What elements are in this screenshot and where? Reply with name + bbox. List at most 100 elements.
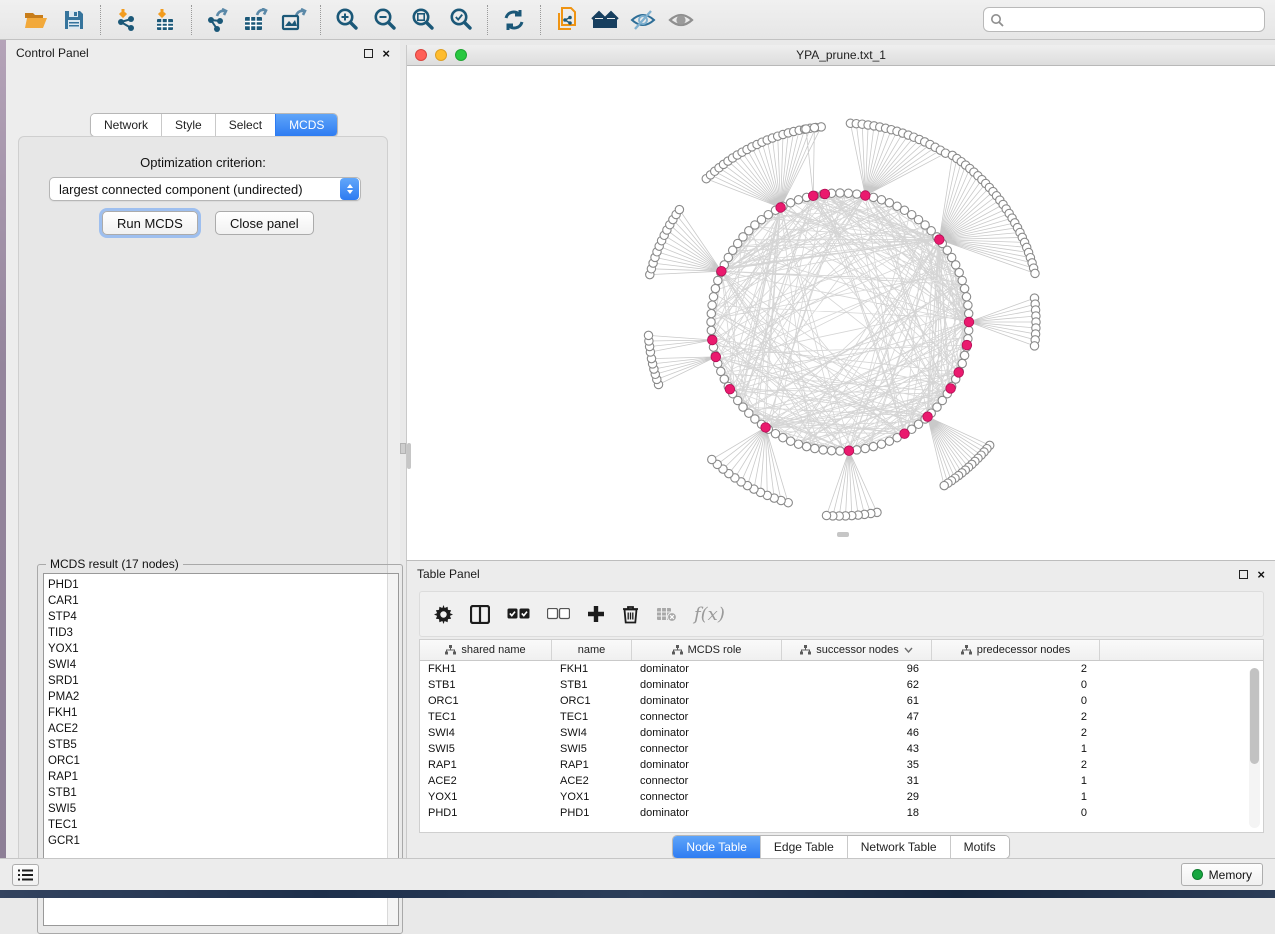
table-cell[interactable]: 1	[932, 775, 1100, 787]
table-cell[interactable]: dominator	[632, 663, 782, 675]
export-table-icon[interactable]	[240, 5, 272, 35]
table-cell[interactable]: 47	[782, 711, 932, 723]
show-columns-icon[interactable]	[470, 605, 490, 624]
zoom-out-icon[interactable]	[369, 5, 401, 35]
mcds-result-item[interactable]: STB1	[48, 785, 387, 801]
zoom-in-icon[interactable]	[331, 5, 363, 35]
save-session-icon[interactable]	[58, 5, 90, 35]
mcds-result-item[interactable]: STP4	[48, 609, 387, 625]
table-cell[interactable]: connector	[632, 775, 782, 787]
table-cell[interactable]: ACE2	[552, 775, 632, 787]
mcds-result-item[interactable]: SWI5	[48, 801, 387, 817]
table-cell[interactable]: YOX1	[552, 791, 632, 803]
table-row[interactable]: PHD1PHD1dominator180	[420, 805, 1263, 821]
table-cell[interactable]: ACE2	[420, 775, 552, 787]
table-cell[interactable]: connector	[632, 791, 782, 803]
table-cell[interactable]: dominator	[632, 727, 782, 739]
table-cell[interactable]: 43	[782, 743, 932, 755]
tab-mcds[interactable]: MCDS	[275, 114, 337, 136]
table-row[interactable]: YOX1YOX1connector291	[420, 789, 1263, 805]
table-cell[interactable]: 2	[932, 711, 1100, 723]
table-cell[interactable]: 1	[932, 743, 1100, 755]
mcds-result-item[interactable]: GCR1	[48, 833, 387, 849]
table-cell[interactable]: 0	[932, 679, 1100, 691]
table-cell[interactable]: FKH1	[552, 663, 632, 675]
network-canvas[interactable]	[407, 66, 1275, 560]
table-cell[interactable]: 0	[932, 695, 1100, 707]
tab-network[interactable]: Network	[91, 114, 161, 136]
table-row[interactable]: SWI4SWI4dominator462	[420, 725, 1263, 741]
table-row[interactable]: ACE2ACE2connector311	[420, 773, 1263, 789]
float-panel-icon[interactable]	[364, 49, 373, 58]
mcds-result-item[interactable]: ACE2	[48, 721, 387, 737]
table-cell[interactable]: dominator	[632, 695, 782, 707]
table-cell[interactable]: FKH1	[420, 663, 552, 675]
table-cell[interactable]: 2	[932, 759, 1100, 771]
table-cell[interactable]: SWI5	[420, 743, 552, 755]
zoom-fit-icon[interactable]	[407, 5, 439, 35]
table-cell[interactable]: 0	[932, 807, 1100, 819]
close-panel-icon[interactable]: ×	[1257, 570, 1265, 579]
table-cell[interactable]: 62	[782, 679, 932, 691]
table-cell[interactable]: 2	[932, 663, 1100, 675]
table-row[interactable]: TEC1TEC1connector472	[420, 709, 1263, 725]
table-cell[interactable]: STB1	[552, 679, 632, 691]
table-cell[interactable]: 1	[932, 791, 1100, 803]
close-panel-button[interactable]: Close panel	[215, 211, 314, 235]
search-box[interactable]	[983, 7, 1265, 32]
export-image-icon[interactable]	[278, 5, 310, 35]
mcds-result-item[interactable]: ORC1	[48, 753, 387, 769]
table-cell[interactable]: 31	[782, 775, 932, 787]
select-stepper-icon[interactable]	[340, 178, 359, 200]
mcds-result-item[interactable]: TID3	[48, 625, 387, 641]
mcds-result-item[interactable]: STB5	[48, 737, 387, 753]
table-cell[interactable]: connector	[632, 743, 782, 755]
table-row[interactable]: SWI5SWI5connector431	[420, 741, 1263, 757]
splitpane-grip[interactable]	[400, 443, 406, 454]
table-cell[interactable]: 61	[782, 695, 932, 707]
table-row[interactable]: FKH1FKH1dominator962	[420, 661, 1263, 677]
table-cell[interactable]: connector	[632, 711, 782, 723]
refresh-layout-icon[interactable]	[498, 5, 530, 35]
mcds-result-item[interactable]: SWI4	[48, 657, 387, 673]
column-header-shared-name[interactable]: shared name	[420, 640, 552, 660]
table-vertical-scrollbar[interactable]	[1249, 668, 1260, 828]
table-cell[interactable]: 96	[782, 663, 932, 675]
column-header-MCDS-role[interactable]: MCDS role	[632, 640, 782, 660]
mcds-result-item[interactable]: FKH1	[48, 705, 387, 721]
import-network-icon[interactable]	[111, 5, 143, 35]
tab-edge-table[interactable]: Edge Table	[760, 836, 847, 858]
run-mcds-button[interactable]: Run MCDS	[102, 211, 198, 235]
criterion-select[interactable]: largest connected component (undirected)	[49, 177, 361, 201]
float-panel-icon[interactable]	[1239, 570, 1248, 579]
table-cell[interactable]: PHD1	[420, 807, 552, 819]
table-cell[interactable]: dominator	[632, 679, 782, 691]
column-header-successor-nodes[interactable]: successor nodes	[782, 640, 932, 660]
table-cell[interactable]: TEC1	[420, 711, 552, 723]
table-cell[interactable]: ORC1	[420, 695, 552, 707]
clone-network-icon[interactable]	[551, 5, 583, 35]
table-row[interactable]: RAP1RAP1dominator352	[420, 757, 1263, 773]
memory-button[interactable]: Memory	[1181, 863, 1263, 886]
table-cell[interactable]: TEC1	[552, 711, 632, 723]
table-cell[interactable]: SWI5	[552, 743, 632, 755]
mcds-result-item[interactable]: PHD1	[48, 577, 387, 593]
table-cell[interactable]: RAP1	[552, 759, 632, 771]
add-column-icon[interactable]	[587, 605, 605, 623]
delete-column-icon[interactable]	[622, 605, 639, 624]
column-header-name[interactable]: name	[552, 640, 632, 660]
tab-network-table[interactable]: Network Table	[847, 836, 950, 858]
open-file-icon[interactable]	[20, 5, 52, 35]
tab-motifs[interactable]: Motifs	[950, 836, 1009, 858]
show-all-icon[interactable]	[665, 5, 697, 35]
import-table-icon[interactable]	[149, 5, 181, 35]
hide-selected-icon[interactable]	[627, 5, 659, 35]
table-cell[interactable]: 29	[782, 791, 932, 803]
table-cell[interactable]: ORC1	[552, 695, 632, 707]
network-window-titlebar[interactable]: YPA_prune.txt_1	[407, 45, 1275, 66]
table-cell[interactable]: dominator	[632, 807, 782, 819]
tab-style[interactable]: Style	[161, 114, 215, 136]
network-vertical-scrollbar[interactable]	[407, 443, 411, 469]
mcds-result-item[interactable]: CAR1	[48, 593, 387, 609]
table-cell[interactable]: RAP1	[420, 759, 552, 771]
